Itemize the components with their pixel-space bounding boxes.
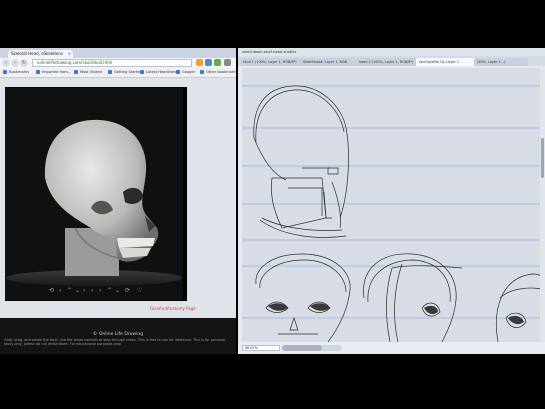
arrow-up-icon[interactable]: ⌃ bbox=[107, 287, 112, 294]
bookmark-star-icon[interactable] bbox=[205, 59, 212, 66]
bookmark-item[interactable]: Imported from... bbox=[36, 69, 71, 76]
bookmark-item[interactable]: Bookmarks bbox=[3, 69, 29, 76]
browser-tab-title: Skeletal Head, eSkeletons bbox=[11, 51, 63, 56]
drawing-app-window: sketchbook-skull-head-studies skull 1 (1… bbox=[238, 48, 545, 354]
skull-sketches bbox=[242, 68, 545, 342]
skull-viewer[interactable] bbox=[5, 88, 183, 300]
back-icon[interactable]: ‹ bbox=[2, 59, 10, 67]
address-toolbar: ‹ › ↻ onlinelifedrawing.com/skull/skull.… bbox=[0, 58, 236, 68]
arrow-left-icon[interactable]: ‹ bbox=[91, 287, 93, 294]
arrow-up-icon[interactable]: ⌃ bbox=[67, 287, 72, 294]
arrow-right-icon[interactable]: › bbox=[99, 287, 101, 294]
page-description: Grab, drag, and rotate the skull. Use th… bbox=[4, 338, 226, 347]
credit-link[interactable]: FaceAndAnatomy Page bbox=[150, 306, 196, 311]
bookmark-item[interactable]: Google bbox=[176, 69, 195, 76]
browser-tab-bar: Skeletal Head, eSkeletons ✕ bbox=[0, 48, 236, 58]
arrow-right-icon[interactable]: › bbox=[83, 287, 85, 294]
horizontal-scrollbar[interactable] bbox=[282, 345, 342, 351]
bookmark-item[interactable]: Getting Started bbox=[108, 69, 142, 76]
scrollbar-thumb[interactable] bbox=[282, 345, 322, 351]
document-tab[interactable]: (50%, Layer 1...) bbox=[474, 58, 528, 66]
reload-icon[interactable]: ↻ bbox=[20, 59, 28, 67]
rotate-left-icon[interactable]: ⟲ bbox=[49, 287, 54, 294]
rotate-right-icon[interactable]: ⟳ bbox=[125, 287, 130, 294]
vertical-scrollbar[interactable] bbox=[540, 68, 545, 342]
browser-tab[interactable]: Skeletal Head, eSkeletons ✕ bbox=[8, 50, 73, 58]
forward-icon[interactable]: › bbox=[11, 59, 19, 67]
document-tab-active[interactable]: skull-profile-14, Layer 1 bbox=[416, 58, 478, 66]
bookmark-item[interactable]: Most Visited bbox=[74, 69, 102, 76]
heart-icon[interactable]: ♡ bbox=[137, 287, 142, 294]
arrow-down-icon[interactable]: ⌄ bbox=[75, 287, 80, 294]
skull-image bbox=[5, 88, 183, 300]
browser-window: Skeletal Head, eSkeletons ✕ ‹ › ↻ online… bbox=[0, 48, 237, 354]
arrow-left-icon[interactable]: ‹ bbox=[59, 287, 61, 294]
menu-icon[interactable] bbox=[224, 59, 231, 66]
zoom-field[interactable]: 66.67% bbox=[242, 345, 280, 351]
extension-icon[interactable] bbox=[214, 59, 221, 66]
document-tab[interactable]: head 2 (100%, Layer 1, RGB/8*) bbox=[356, 58, 420, 66]
bookmark-item[interactable]: Latest Headlines bbox=[140, 69, 176, 76]
address-input[interactable]: onlinelifedrawing.com/skull/skull.html bbox=[32, 59, 192, 67]
scrollbar-thumb[interactable] bbox=[541, 138, 544, 178]
app-title: sketchbook-skull-head-studies bbox=[238, 48, 545, 56]
close-icon[interactable]: ✕ bbox=[68, 50, 71, 58]
drawing-canvas[interactable] bbox=[242, 68, 545, 342]
page-title: © Online Life Drawing bbox=[92, 332, 144, 337]
document-tab[interactable]: skull 1 (100%, Layer 1, RGB/8*) bbox=[240, 58, 304, 66]
extension-icon[interactable] bbox=[196, 59, 203, 66]
status-bar: 66.67% bbox=[238, 342, 545, 354]
bookmark-item[interactable]: Other bookmarks bbox=[200, 69, 237, 76]
arrow-down-icon[interactable]: ⌄ bbox=[115, 287, 120, 294]
document-tab[interactable]: Sketchbook, Layer 1, RGB bbox=[300, 58, 360, 66]
bookmarks-bar: Bookmarks Imported from... Most Visited … bbox=[0, 68, 237, 78]
document-tabs: skull 1 (100%, Layer 1, RGB/8*) Sketchbo… bbox=[238, 56, 545, 66]
